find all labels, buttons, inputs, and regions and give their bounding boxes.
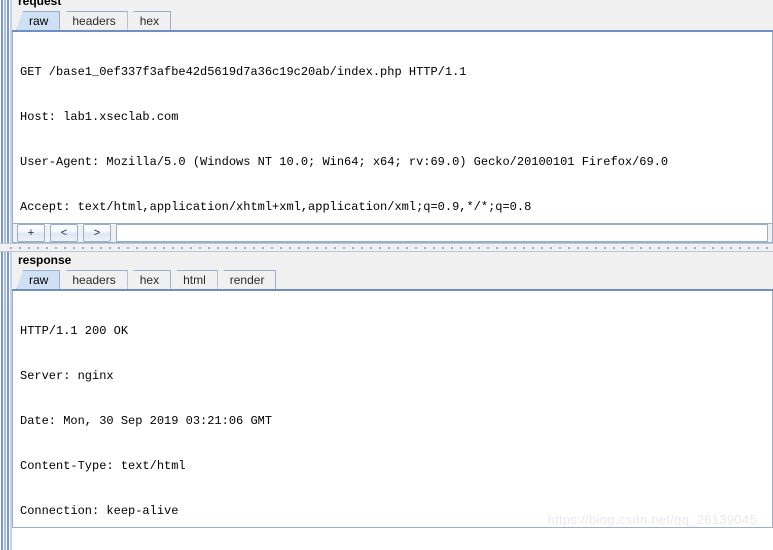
bottom-strip	[0, 528, 773, 550]
request-toolbar: + < >	[12, 224, 773, 243]
response-header-line: Connection: keep-alive	[20, 504, 179, 518]
response-caption: response	[12, 252, 773, 270]
request-panel-body: request raw headers hex GET /base1_0ef33…	[12, 0, 773, 243]
panel-splitter[interactable]	[0, 243, 773, 252]
response-header-line: Date: Mon, 30 Sep 2019 03:21:06 GMT	[20, 414, 273, 428]
request-message-editor[interactable]: GET /base1_0ef337f3afbe42d5619d7a36c19c2…	[12, 32, 773, 224]
add-button[interactable]: +	[17, 224, 45, 242]
response-tab-raw[interactable]: raw	[16, 270, 61, 289]
request-line: GET /base1_0ef337f3afbe42d5619d7a36c19c2…	[20, 65, 467, 79]
request-tab-hex[interactable]: hex	[126, 11, 172, 30]
response-tab-hex[interactable]: hex	[126, 270, 172, 289]
request-message-lines: GET /base1_0ef337f3afbe42d5619d7a36c19c2…	[13, 32, 772, 223]
response-header-line: Server: nginx	[20, 369, 114, 383]
response-panel-body: response raw headers hex html render HTT…	[12, 252, 773, 528]
response-header-line: HTTP/1.1 200 OK	[20, 324, 129, 338]
previous-button[interactable]: <	[50, 224, 78, 242]
bottom-rail	[0, 528, 12, 550]
request-panel: request raw headers hex GET /base1_0ef33…	[0, 0, 773, 243]
response-tabstrip: raw headers hex html render	[12, 270, 773, 291]
response-tab-render[interactable]: render	[216, 270, 277, 289]
request-panel-rail	[0, 0, 12, 243]
response-panel-rail	[0, 252, 12, 528]
response-panel: response raw headers hex html render HTT…	[0, 252, 773, 528]
request-tab-raw[interactable]: raw	[16, 11, 61, 30]
response-tab-headers[interactable]: headers	[59, 270, 128, 289]
request-caption: request	[12, 0, 773, 11]
next-button[interactable]: >	[83, 224, 111, 242]
response-message-lines: HTTP/1.1 200 OK Server: nginx Date: Mon,…	[13, 291, 772, 527]
response-message-editor[interactable]: HTTP/1.1 200 OK Server: nginx Date: Mon,…	[12, 291, 773, 528]
request-tab-headers[interactable]: headers	[59, 11, 128, 30]
response-tab-html[interactable]: html	[170, 270, 218, 289]
splitter-grip-icon	[10, 246, 773, 249]
request-line: User-Agent: Mozilla/5.0 (Windows NT 10.0…	[20, 155, 669, 169]
request-line: Accept: text/html,application/xhtml+xml,…	[20, 200, 532, 214]
search-input[interactable]	[116, 224, 768, 242]
response-header-line: Content-Type: text/html	[20, 459, 186, 473]
request-line: Host: lab1.xseclab.com	[20, 110, 179, 124]
request-tabstrip: raw headers hex	[12, 11, 773, 32]
